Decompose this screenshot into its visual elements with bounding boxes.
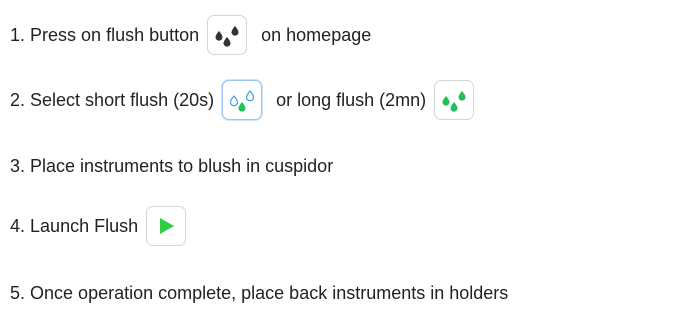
step-4-number: 4. (10, 215, 26, 236)
launch-flush-button[interactable] (146, 206, 187, 246)
step-2-text: Select short flush (20s) (30, 89, 215, 110)
flush-button[interactable] (207, 15, 248, 55)
step-5-text: Once operation complete, place back inst… (30, 282, 509, 303)
long-flush-icon (442, 91, 466, 112)
flush-drops-icon (215, 26, 239, 47)
step-3: 3. Place instruments to blush in cuspido… (10, 144, 333, 188)
step-1-text: Press on flush button (30, 24, 200, 45)
step-1-number: 1. (10, 24, 26, 45)
step-2-text-middle: or long flush (2mn) (276, 89, 427, 110)
step-2: 2. Select short flush (20s) or long flus… (10, 78, 488, 122)
step-3-number: 3. (10, 155, 26, 176)
step-4-text: Launch Flush (30, 215, 139, 236)
flush-instructions: 1. Press on flush button on homepage 2. … (10, 0, 670, 327)
step-2-number: 2. (10, 89, 26, 110)
play-icon (160, 218, 175, 234)
short-flush-button[interactable] (222, 80, 263, 120)
short-flush-icon (230, 90, 255, 112)
step-1-text-after: on homepage (261, 24, 372, 45)
step-4: 4. Launch Flush (10, 204, 200, 248)
step-1: 1. Press on flush button on homepage (10, 13, 371, 57)
long-flush-button[interactable] (434, 80, 475, 120)
step-3-text: Place instruments to blush in cuspidor (30, 155, 334, 176)
step-5: 5. Once operation complete, place back i… (10, 271, 508, 315)
step-5-number: 5. (10, 282, 26, 303)
